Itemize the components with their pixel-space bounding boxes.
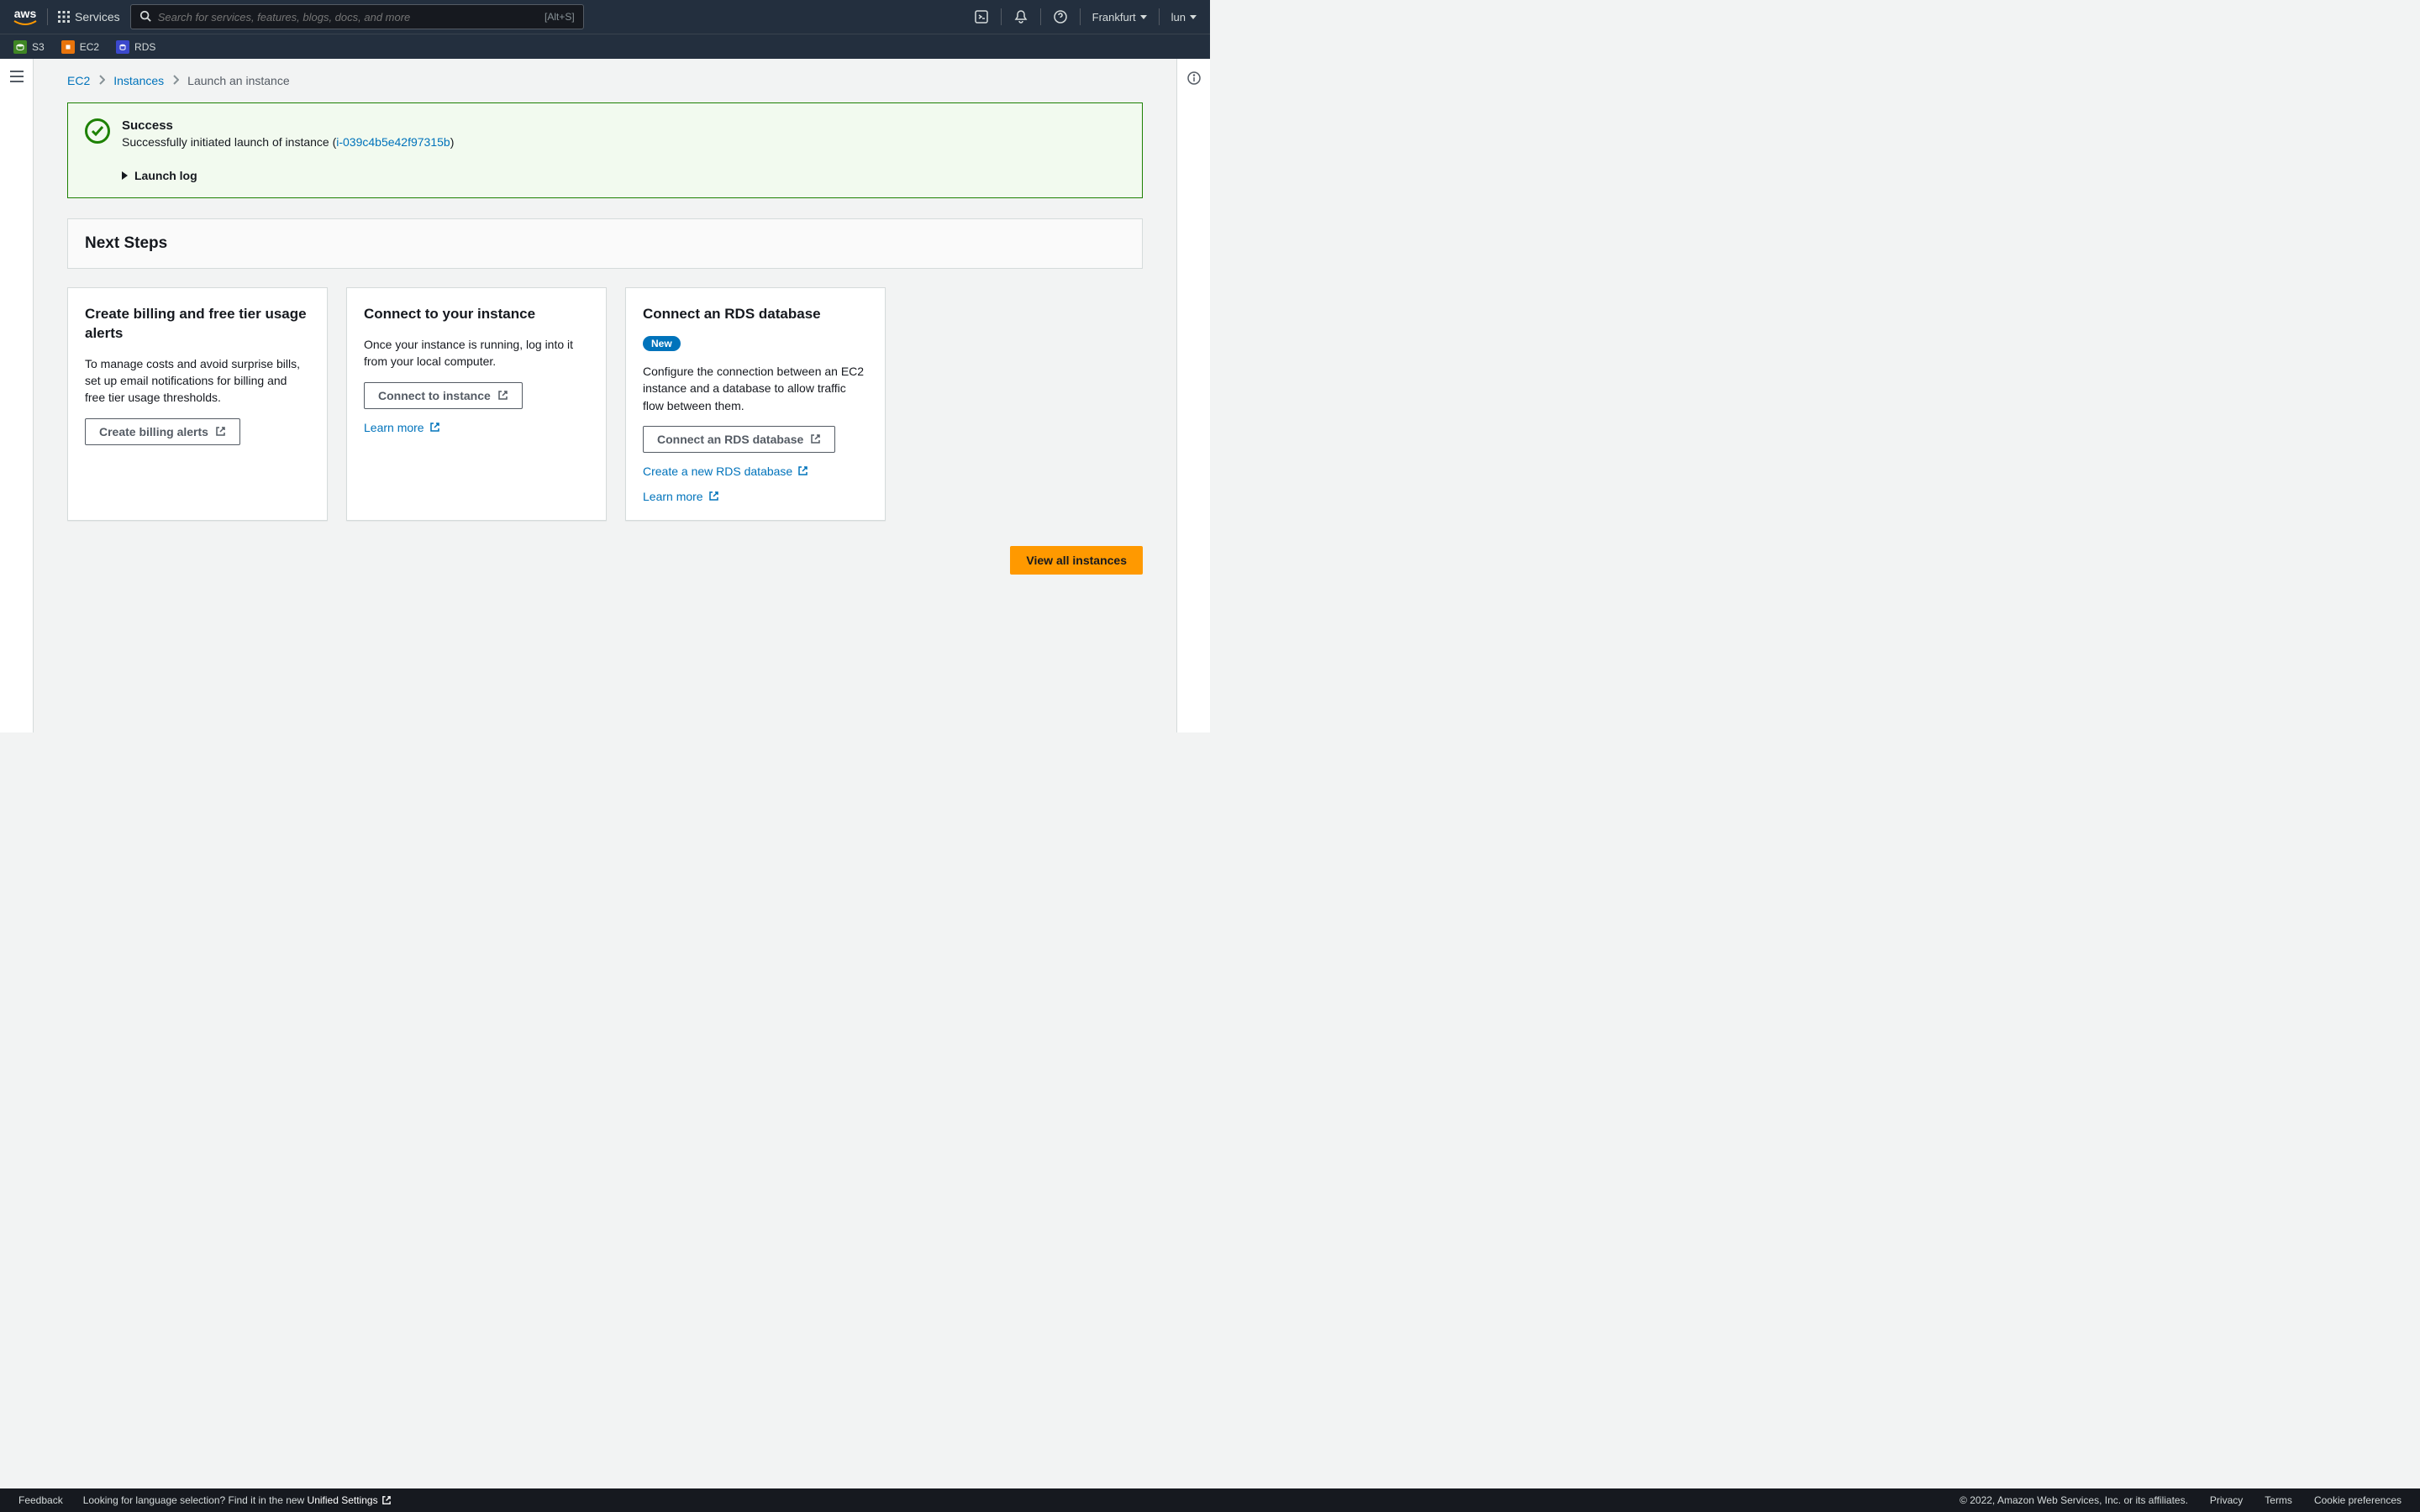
- card-title: Connect an RDS database: [643, 305, 868, 324]
- rds-icon: [116, 40, 129, 54]
- card-connect-rds: Connect an RDS database New Configure th…: [625, 287, 886, 521]
- shortcut-label: RDS: [134, 41, 155, 53]
- connect-rds-button[interactable]: Connect an RDS database: [643, 426, 835, 453]
- external-link-icon: [497, 390, 508, 401]
- external-link-icon: [797, 465, 808, 476]
- connect-learn-more-link[interactable]: Learn more: [364, 421, 589, 434]
- divider: [1080, 8, 1081, 25]
- chevron-down-icon: [1190, 15, 1197, 19]
- cookie-prefs-link[interactable]: Cookie preferences: [2314, 1494, 2402, 1506]
- cloudshell-icon[interactable]: [974, 9, 989, 24]
- divider: [1159, 8, 1160, 25]
- aws-logo[interactable]: aws: [13, 7, 37, 27]
- create-billing-alerts-button[interactable]: Create billing alerts: [85, 418, 240, 445]
- link-label: Learn more: [364, 421, 424, 434]
- services-label: Services: [75, 10, 120, 24]
- next-steps-cards: Create billing and free tier usage alert…: [67, 287, 1143, 521]
- external-link-icon: [810, 433, 821, 444]
- search-input[interactable]: [158, 11, 544, 24]
- unified-settings-label: Unified Settings: [308, 1494, 378, 1506]
- service-shortcuts-bar: S3 EC2 RDS: [0, 34, 1210, 59]
- sidebar-toggle[interactable]: [10, 71, 24, 732]
- success-title: Success: [122, 118, 454, 133]
- view-all-instances-button[interactable]: View all instances: [1010, 546, 1143, 575]
- success-msg-suffix: ): [450, 135, 455, 149]
- success-message: Successfully initiated launch of instanc…: [122, 135, 454, 149]
- success-check-icon: [85, 118, 110, 144]
- card-connect-instance: Connect to your instance Once your insta…: [346, 287, 607, 521]
- card-body: Once your instance is running, log into …: [364, 336, 589, 370]
- help-icon[interactable]: [1053, 9, 1068, 24]
- shortcut-s3[interactable]: S3: [13, 40, 45, 54]
- divider: [1001, 8, 1002, 25]
- search-bar[interactable]: [Alt+S]: [130, 4, 584, 29]
- search-icon: [139, 10, 151, 24]
- card-billing-alerts: Create billing and free tier usage alert…: [67, 287, 328, 521]
- terms-link[interactable]: Terms: [2265, 1494, 2292, 1506]
- next-steps-title: Next Steps: [85, 234, 1125, 253]
- launch-log-label: Launch log: [134, 169, 197, 182]
- connect-to-instance-button[interactable]: Connect to instance: [364, 382, 523, 409]
- shortcut-rds[interactable]: RDS: [116, 40, 155, 54]
- region-selector[interactable]: Frankfurt: [1092, 11, 1147, 24]
- card-body: To manage costs and avoid surprise bills…: [85, 355, 310, 407]
- sidebar-collapsed: [0, 59, 34, 732]
- notifications-icon[interactable]: [1013, 9, 1028, 24]
- divider: [1040, 8, 1041, 25]
- footer-lang-prompt: Looking for language selection? Find it …: [83, 1494, 392, 1506]
- info-toggle[interactable]: [1186, 71, 1202, 732]
- user-menu[interactable]: lun: [1171, 11, 1197, 24]
- info-panel-collapsed: [1176, 59, 1210, 732]
- main-content: EC2 Instances Launch an instance Success…: [34, 59, 1176, 732]
- ec2-icon: [61, 40, 75, 54]
- next-steps-header: Next Steps: [67, 218, 1143, 269]
- chevron-right-icon: [172, 74, 179, 87]
- user-label: lun: [1171, 11, 1186, 24]
- chevron-right-icon: [98, 74, 105, 87]
- divider: [47, 8, 48, 25]
- card-body: Configure the connection between an EC2 …: [643, 363, 868, 414]
- feedback-link[interactable]: Feedback: [18, 1494, 63, 1506]
- expand-triangle-icon: [122, 171, 128, 180]
- chevron-down-icon: [1140, 15, 1147, 19]
- footer-lang-text: Looking for language selection? Find it …: [83, 1494, 308, 1506]
- link-label: Learn more: [643, 490, 703, 503]
- search-kbd-hint: [Alt+S]: [544, 11, 575, 23]
- breadcrumb: EC2 Instances Launch an instance: [67, 74, 1143, 87]
- button-label: Create billing alerts: [99, 425, 208, 438]
- card-title: Create billing and free tier usage alert…: [85, 305, 310, 344]
- shortcut-label: S3: [32, 41, 45, 53]
- breadcrumb-current: Launch an instance: [187, 74, 289, 87]
- s3-icon: [13, 40, 27, 54]
- footer: Feedback Looking for language selection?…: [0, 1488, 2420, 1512]
- success-alert: Success Successfully initiated launch of…: [67, 102, 1143, 198]
- link-label: Create a new RDS database: [643, 465, 792, 478]
- create-rds-link[interactable]: Create a new RDS database: [643, 465, 868, 478]
- external-link-icon: [215, 426, 226, 437]
- breadcrumb-ec2[interactable]: EC2: [67, 74, 90, 87]
- region-label: Frankfurt: [1092, 11, 1136, 24]
- unified-settings-link[interactable]: Unified Settings: [308, 1494, 392, 1506]
- rds-learn-more-link[interactable]: Learn more: [643, 490, 868, 503]
- success-msg-prefix: Successfully initiated launch of instanc…: [122, 135, 336, 149]
- button-label: Connect to instance: [378, 389, 491, 402]
- top-nav: aws Services [Alt+S] Frankfurt: [0, 0, 1210, 34]
- breadcrumb-instances[interactable]: Instances: [113, 74, 164, 87]
- shortcut-label: EC2: [80, 41, 99, 53]
- grid-icon: [58, 11, 70, 23]
- external-link-icon: [708, 491, 719, 501]
- shortcut-ec2[interactable]: EC2: [61, 40, 99, 54]
- new-badge: New: [643, 336, 681, 351]
- card-title: Connect to your instance: [364, 305, 589, 324]
- privacy-link[interactable]: Privacy: [2210, 1494, 2243, 1506]
- button-label: Connect an RDS database: [657, 433, 803, 446]
- footer-copyright: © 2022, Amazon Web Services, Inc. or its…: [1960, 1494, 2188, 1506]
- launch-log-toggle[interactable]: Launch log: [122, 169, 1125, 182]
- external-link-icon: [429, 422, 440, 433]
- instance-id-link[interactable]: i-039c4b5e42f97315b: [336, 135, 450, 149]
- services-menu[interactable]: Services: [58, 10, 120, 24]
